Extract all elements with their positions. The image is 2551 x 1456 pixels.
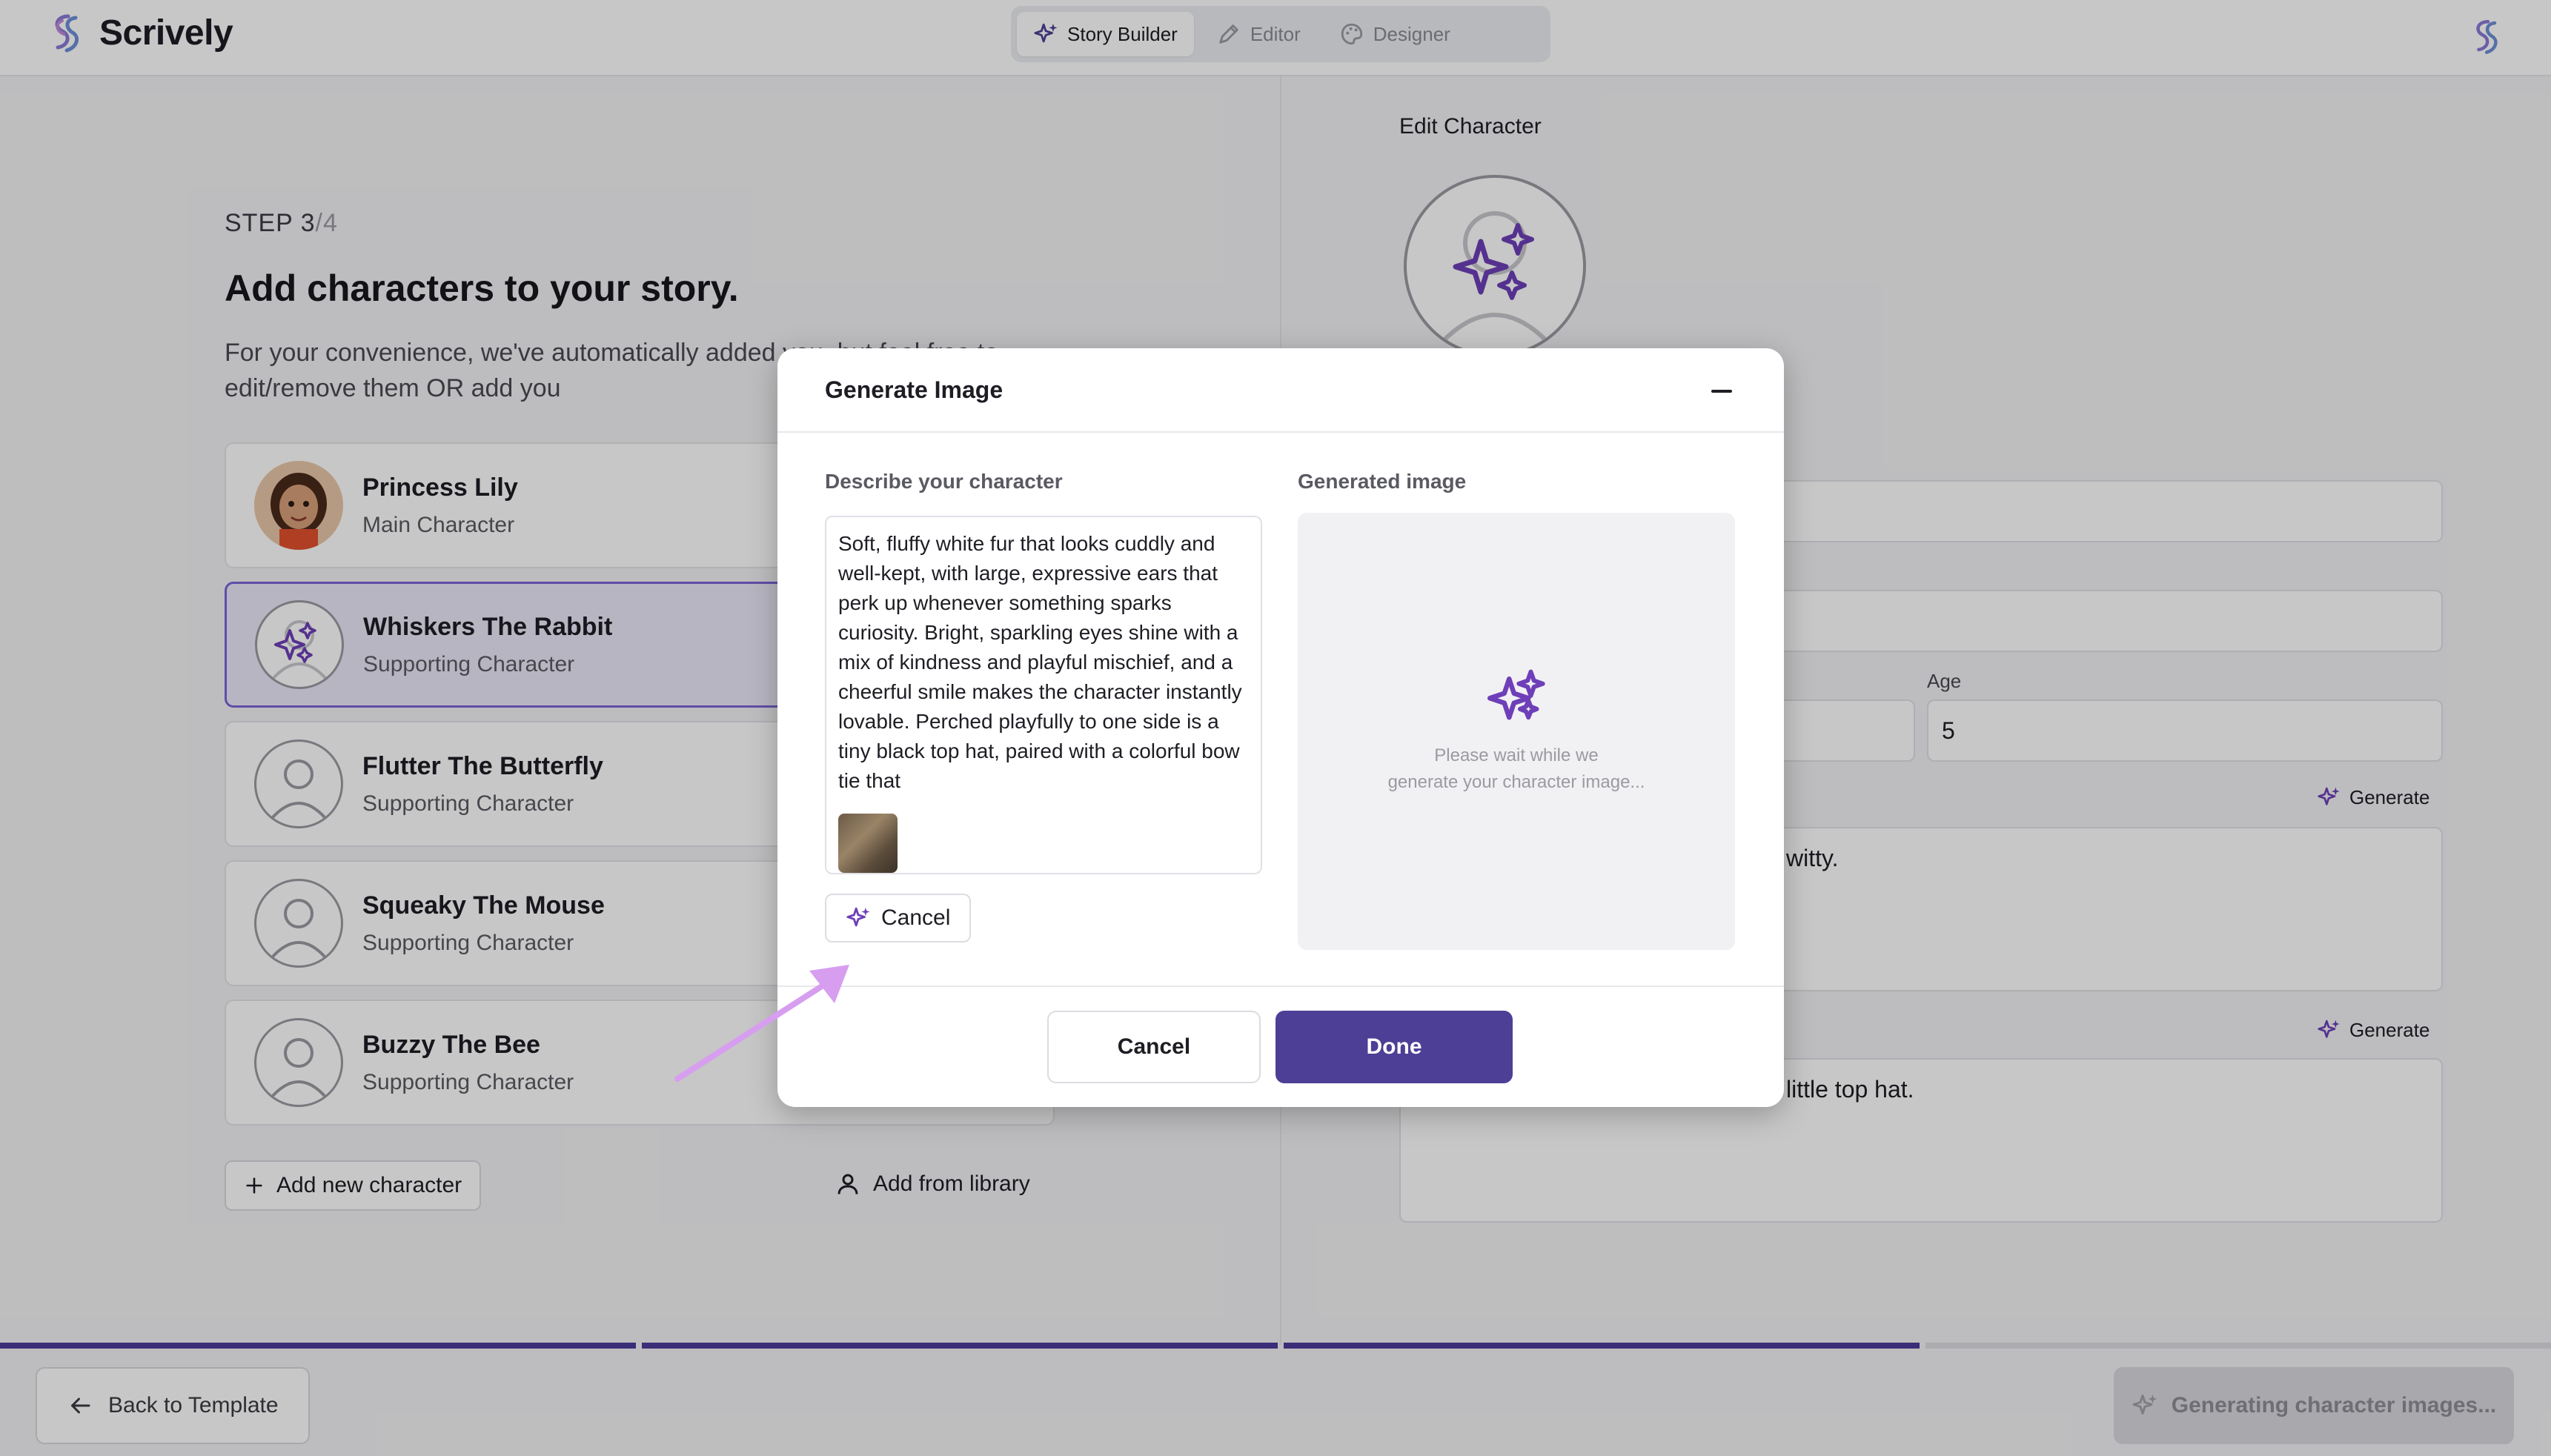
generate-image-dialog: Generate Image Describe your character G… — [777, 348, 1784, 1107]
wait-line: generate your character image... — [1387, 772, 1645, 792]
dialog-title: Generate Image — [825, 376, 1004, 403]
dialog-divider — [777, 431, 1784, 433]
generated-image-placeholder: Please wait while we generate your chara… — [1298, 513, 1735, 950]
cancel-button[interactable]: Cancel — [1047, 1011, 1261, 1083]
sparkles-icon — [846, 907, 870, 927]
character-description-textarea[interactable]: Soft, fluffy white fur that looks cuddly… — [825, 516, 1262, 874]
wait-line: Please wait while we — [1434, 745, 1599, 765]
cancel-generation-button[interactable]: Cancel — [825, 894, 972, 943]
generated-image-label: Generated image — [1298, 470, 1467, 493]
describe-label: Describe your character — [825, 470, 1063, 493]
sparkles-icon — [1487, 669, 1545, 720]
reference-image-thumbnail[interactable] — [838, 814, 898, 873]
annotation-arrow — [674, 965, 849, 1082]
button-label: Cancel — [881, 905, 951, 930]
dialog-divider — [777, 985, 1784, 987]
done-button[interactable]: Done — [1276, 1011, 1513, 1083]
minimize-icon[interactable] — [1711, 390, 1732, 393]
wait-message: Please wait while we generate your chara… — [1388, 742, 1645, 796]
description-text: Soft, fluffy white fur that looks cuddly… — [838, 532, 1242, 792]
